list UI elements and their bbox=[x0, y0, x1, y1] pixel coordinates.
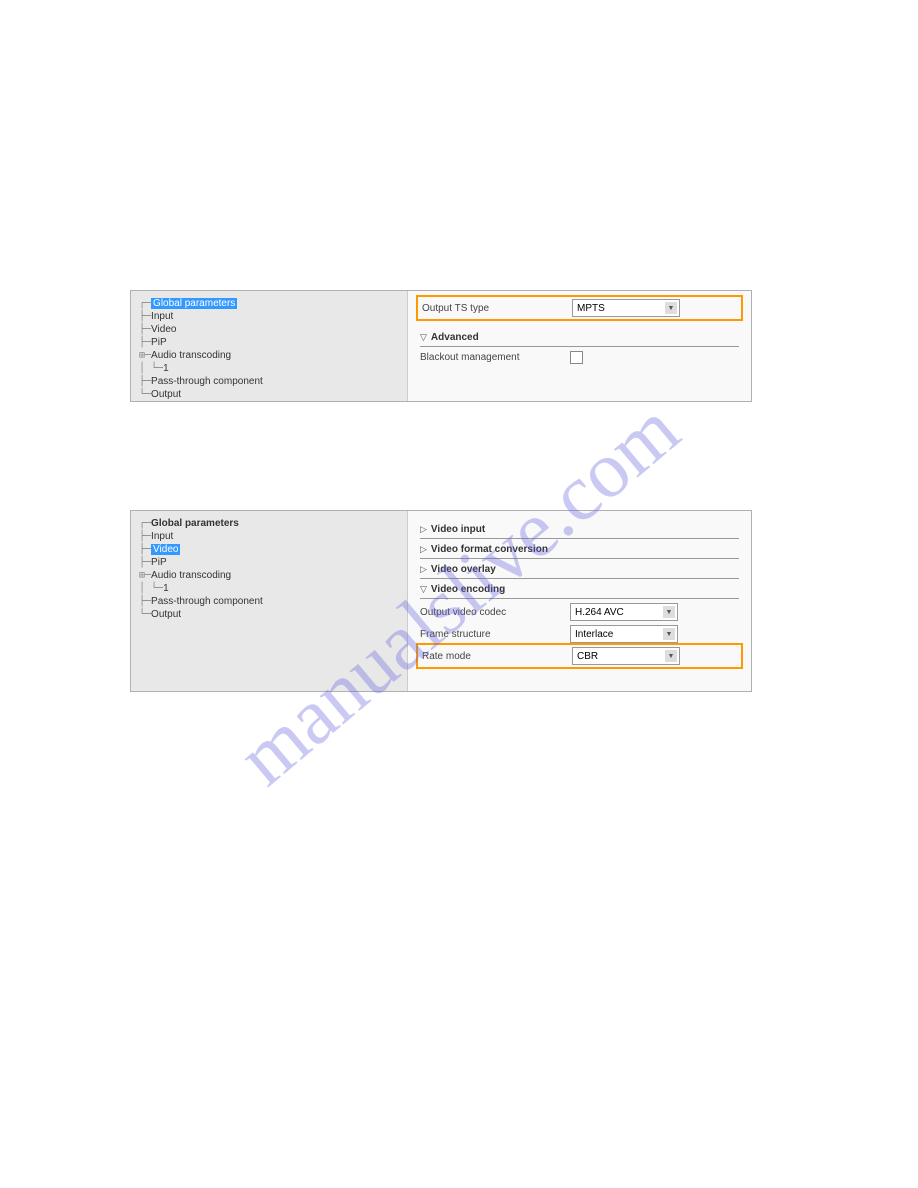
tree-item[interactable]: ⊞─Audio transcoding bbox=[139, 349, 407, 362]
panel-video: ┌─Global parameters ├─Input ├─Video ├─Pi… bbox=[130, 510, 752, 692]
chevron-down-icon bbox=[663, 628, 675, 640]
chevron-down-icon bbox=[665, 650, 677, 662]
rate-mode-row: Rate mode CBR bbox=[416, 643, 743, 669]
video-format-section[interactable]: Video format conversion bbox=[420, 541, 739, 559]
triangle-down-icon bbox=[420, 584, 427, 595]
rate-mode-label: Rate mode bbox=[422, 651, 572, 662]
output-codec-row: Output video codec H.264 AVC bbox=[420, 603, 739, 621]
frame-structure-row: Frame structure Interlace bbox=[420, 625, 739, 643]
tree-item[interactable]: ┌─Global parameters bbox=[139, 297, 407, 310]
tree-item[interactable]: ├─Video bbox=[139, 323, 407, 336]
tree-item[interactable]: └─Output bbox=[139, 608, 407, 621]
triangle-right-icon bbox=[420, 564, 427, 575]
chevron-down-icon bbox=[663, 606, 675, 618]
tree-item[interactable]: ├─Video bbox=[139, 543, 407, 556]
output-codec-label: Output video codec bbox=[420, 607, 570, 618]
tree-item[interactable]: ⊞─Audio transcoding bbox=[139, 569, 407, 582]
frame-structure-label: Frame structure bbox=[420, 629, 570, 640]
blackout-label: Blackout management bbox=[420, 352, 570, 363]
video-encoding-section[interactable]: Video encoding bbox=[420, 581, 739, 599]
tree-item[interactable]: ├─Pass-through component bbox=[139, 375, 407, 388]
tree-item[interactable]: └─Output bbox=[139, 388, 407, 401]
video-overlay-section[interactable]: Video overlay bbox=[420, 561, 739, 579]
tree-item[interactable]: ├─Input bbox=[139, 310, 407, 323]
tree-panel-2: ┌─Global parameters ├─Input ├─Video ├─Pi… bbox=[131, 511, 408, 691]
tree-item[interactable]: │ └─1 bbox=[139, 362, 407, 375]
triangle-down-icon bbox=[420, 332, 427, 343]
tree-item[interactable]: ┌─Global parameters bbox=[139, 517, 407, 530]
output-ts-type-row: Output TS type MPTS bbox=[416, 295, 743, 321]
tree-item[interactable]: ├─Pass-through component bbox=[139, 595, 407, 608]
blackout-checkbox[interactable] bbox=[570, 351, 583, 364]
advanced-section[interactable]: Advanced bbox=[420, 329, 739, 347]
triangle-right-icon bbox=[420, 524, 427, 535]
rate-mode-select[interactable]: CBR bbox=[572, 647, 680, 665]
tree-item[interactable]: │ └─1 bbox=[139, 582, 407, 595]
output-ts-label: Output TS type bbox=[422, 303, 572, 314]
content-panel-1: Output TS type MPTS Advanced Blackout ma… bbox=[408, 291, 751, 401]
panel-global-parameters: ┌─Global parameters ├─Input ├─Video ├─Pi… bbox=[130, 290, 752, 402]
chevron-down-icon bbox=[665, 302, 677, 314]
output-codec-select[interactable]: H.264 AVC bbox=[570, 603, 678, 621]
triangle-right-icon bbox=[420, 544, 427, 555]
tree-item[interactable]: ├─PiP bbox=[139, 336, 407, 349]
video-input-section[interactable]: Video input bbox=[420, 521, 739, 539]
tree-item[interactable]: ├─PiP bbox=[139, 556, 407, 569]
output-ts-select[interactable]: MPTS bbox=[572, 299, 680, 317]
blackout-row: Blackout management bbox=[420, 351, 739, 364]
content-panel-2: Video input Video format conversion Vide… bbox=[408, 511, 751, 691]
tree-panel-1: ┌─Global parameters ├─Input ├─Video ├─Pi… bbox=[131, 291, 408, 401]
tree-item[interactable]: ├─Input bbox=[139, 530, 407, 543]
frame-structure-select[interactable]: Interlace bbox=[570, 625, 678, 643]
